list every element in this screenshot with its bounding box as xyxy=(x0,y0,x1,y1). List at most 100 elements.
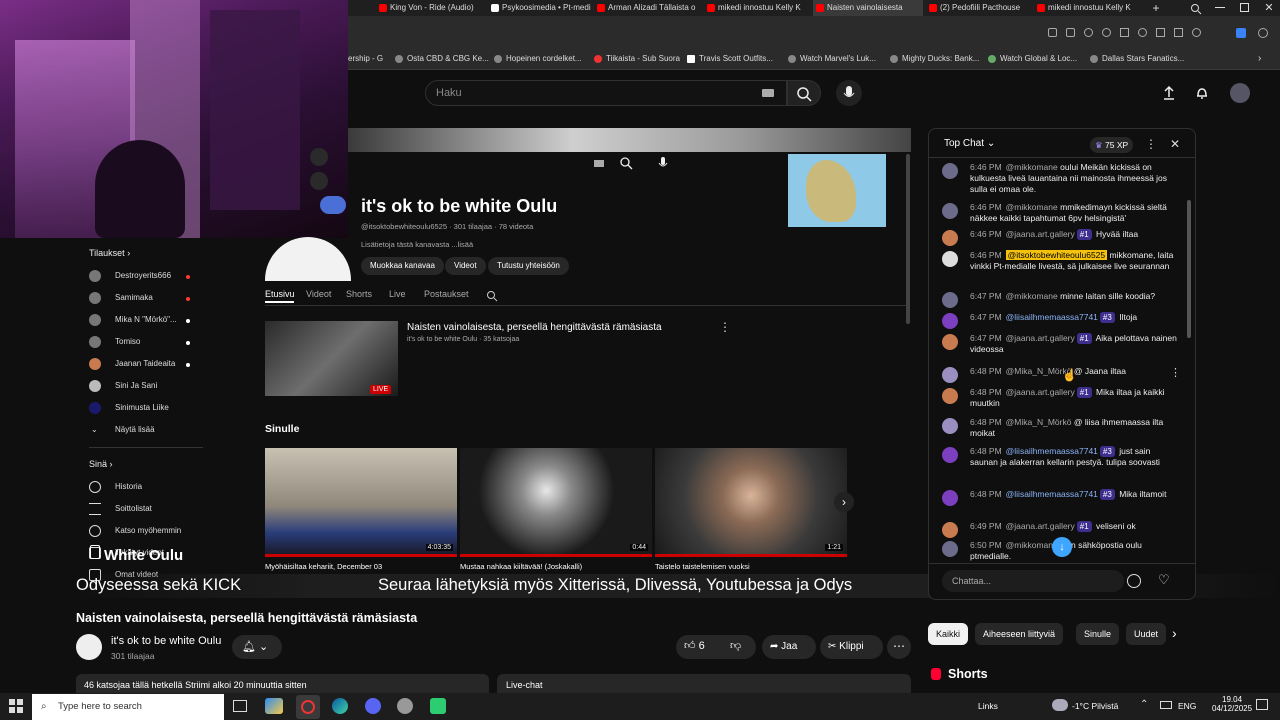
live-video-thumbnail[interactable]: LIVE xyxy=(265,321,398,396)
upload-icon[interactable] xyxy=(1161,85,1177,101)
chip-for-you[interactable]: Sinulle xyxy=(1076,623,1120,645)
chat-username[interactable]: @jaana.art.gallery xyxy=(1006,387,1075,397)
customize-channel-button[interactable]: Muokkaa kanavaa xyxy=(361,257,444,275)
video-title[interactable]: Taistelo taistelemisen vuoksi xyxy=(655,562,835,571)
task-view-icon[interactable] xyxy=(233,700,247,712)
chat-username[interactable]: @Mika_N_Mörkö xyxy=(1006,417,1072,427)
channel-about-link[interactable]: Lisätietoja tästä kanavasta ...lisää xyxy=(361,240,473,249)
chat-username[interactable]: @jaana.art.gallery xyxy=(1006,229,1075,239)
bookmark[interactable]: Osta CBD & CBG Ke... xyxy=(395,54,489,63)
chat-username[interactable]: @jaana.art.gallery xyxy=(1006,521,1075,531)
bookmark[interactable]: Travis Scott Outfits... xyxy=(687,54,773,63)
sidebar-item-playlists[interactable]: Soittolistat xyxy=(89,501,204,517)
new-tab-button[interactable]: + xyxy=(1149,0,1163,16)
chip-related[interactable]: Aiheeseen liittyviä xyxy=(975,623,1064,645)
notifications-icon[interactable] xyxy=(1256,699,1268,710)
keyboard-icon[interactable] xyxy=(762,89,774,97)
chat-avatar[interactable] xyxy=(942,367,958,383)
weather-text[interactable]: -1°C Pilvistä xyxy=(1072,701,1118,711)
bookmark[interactable]: Dallas Stars Fanatics... xyxy=(1090,54,1184,63)
avatar[interactable] xyxy=(1230,83,1250,103)
chat-message[interactable]: 6:48 PM @Mika_N_Mörkö @ liisa ihmemaassa … xyxy=(942,417,1180,439)
chat-message[interactable]: 6:48 PM @liisailhmemaassa7741 #3 just sain… xyxy=(942,446,1180,468)
bookmark[interactable]: Hopeinen cordelket... xyxy=(494,54,582,63)
voice-search-button[interactable] xyxy=(836,80,862,106)
bookmark[interactable]: Watch Global & Loc... xyxy=(988,54,1077,63)
more-options-icon[interactable]: ⋮ xyxy=(719,320,731,334)
chat-avatar[interactable] xyxy=(942,541,958,557)
minimize-icon[interactable] xyxy=(1215,7,1225,8)
collections-icon[interactable] xyxy=(1174,28,1183,37)
chat-mode-dropdown[interactable]: Top Chat ⌄ xyxy=(944,138,995,149)
sidebar-item-subscription[interactable]: Tomiso xyxy=(89,334,204,350)
profile-icon[interactable] xyxy=(1192,28,1201,37)
browser-tab[interactable]: (2) Pedofiili Pacthouse xyxy=(926,0,1032,16)
clock[interactable]: 19.04 04/12/2025 xyxy=(1212,695,1252,713)
chat-username[interactable]: @jaana.art.gallery xyxy=(1006,333,1075,343)
chat-avatar[interactable] xyxy=(942,447,958,463)
emoji-icon[interactable] xyxy=(1127,574,1141,588)
chat-avatar[interactable] xyxy=(942,388,958,404)
edge-icon[interactable] xyxy=(332,698,348,714)
app-icon[interactable] xyxy=(397,698,413,714)
discord-icon[interactable] xyxy=(365,698,381,714)
sidebar-item-subscription[interactable]: Jaanan Taideaita xyxy=(89,356,204,372)
like-button[interactable]: 👍︎ 6 xyxy=(684,639,705,652)
chat-scrollbar[interactable] xyxy=(1187,200,1191,338)
extension-icon[interactable] xyxy=(1048,28,1057,37)
app-icon[interactable] xyxy=(430,698,446,714)
favorites-icon[interactable] xyxy=(1138,28,1147,37)
close-chat-icon[interactable]: ✕ xyxy=(1170,137,1180,151)
sidebar-item-subscription[interactable]: Sinimusta Liike xyxy=(89,400,204,416)
taskbar-links[interactable]: Links xyxy=(978,701,998,711)
chat-menu-icon[interactable]: ⋮ xyxy=(1145,137,1157,151)
taskbar-app-active[interactable] xyxy=(296,695,320,719)
language-indicator[interactable]: ENG xyxy=(1178,701,1196,711)
chat-message[interactable]: 6:48 PM @Mika_N_Mörkö @ Jaana iltaa xyxy=(942,366,1180,383)
copilot-icon[interactable] xyxy=(1236,28,1246,38)
bookmark[interactable]: Mighty Ducks: Bank... xyxy=(890,54,979,63)
more-actions-button[interactable]: ⋯ xyxy=(887,635,911,659)
browser-tab[interactable]: Psykoosimedia • Pt-medi xyxy=(488,0,593,16)
heart-icon[interactable]: ♡ xyxy=(1158,572,1170,588)
xp-badge[interactable]: ♛ 75 XP xyxy=(1090,137,1134,153)
search-button[interactable] xyxy=(787,80,821,106)
video-thumbnail[interactable]: 4:03:35 xyxy=(265,448,457,554)
scroll-to-bottom-button[interactable]: ↓ xyxy=(1052,537,1072,557)
dislike-button[interactable]: 👎︎ xyxy=(730,639,741,652)
sidebar-item-subscription[interactable]: Samimaka xyxy=(89,290,204,306)
map-thumbnail[interactable] xyxy=(788,154,886,227)
chat-avatar[interactable] xyxy=(942,522,958,538)
chat-avatar[interactable] xyxy=(942,230,958,246)
settings-icon[interactable] xyxy=(1258,28,1268,38)
extension-icon[interactable] xyxy=(1102,28,1111,37)
chat-username[interactable]: @liisailhmemaassa7741 xyxy=(1006,312,1098,322)
sidebar-item-history[interactable]: Historia xyxy=(89,479,204,495)
network-icon[interactable] xyxy=(1160,701,1172,709)
subscriptions-heading[interactable]: Tilaukset › xyxy=(89,248,130,258)
videos-button[interactable]: Videot xyxy=(445,257,486,275)
notifications-bell-icon[interactable] xyxy=(1194,85,1210,101)
you-heading[interactable]: Sinä › xyxy=(89,459,113,469)
community-button[interactable]: Tutustu yhteisöön xyxy=(488,257,569,275)
video-channel-name[interactable]: it's ok to be white Oulu xyxy=(111,635,221,647)
close-window-icon[interactable]: ✕ xyxy=(1262,0,1276,16)
chat-message[interactable]: 6:46 PM @mikkomane mmikedimayn kickissä s… xyxy=(942,202,1180,224)
sidebar-item-subscription[interactable]: Destroyerits666 xyxy=(89,268,204,284)
sidebar-item-watch-later[interactable]: Katso myöhemmin xyxy=(89,523,204,539)
app-icon[interactable] xyxy=(265,698,283,714)
bookmark[interactable]: Tiikaista - Sub Suora xyxy=(594,54,680,63)
chat-username[interactable]: @mikkomane xyxy=(1006,202,1058,212)
bookmark[interactable]: ership - G xyxy=(348,54,383,63)
chat-message-menu-icon[interactable]: ⋮ xyxy=(1170,366,1181,379)
chat-avatar[interactable] xyxy=(942,490,958,506)
channel-search-icon[interactable] xyxy=(486,289,498,302)
chat-input[interactable]: Chattaa... xyxy=(942,570,1124,592)
scrollbar[interactable] xyxy=(906,154,910,324)
browser-tab[interactable]: Arman Alizadi Tällaista o xyxy=(594,0,702,16)
chat-avatar[interactable] xyxy=(942,334,958,350)
chat-message[interactable]: 6:46 PM @itsoktobewhiteoulu6525 mikkomane… xyxy=(942,250,1180,272)
microphone-icon[interactable] xyxy=(656,156,670,170)
windows-start-icon[interactable] xyxy=(8,698,24,714)
chat-message[interactable]: 6:48 PM @jaana.art.gallery #1 Mika iltaa j… xyxy=(942,387,1180,409)
